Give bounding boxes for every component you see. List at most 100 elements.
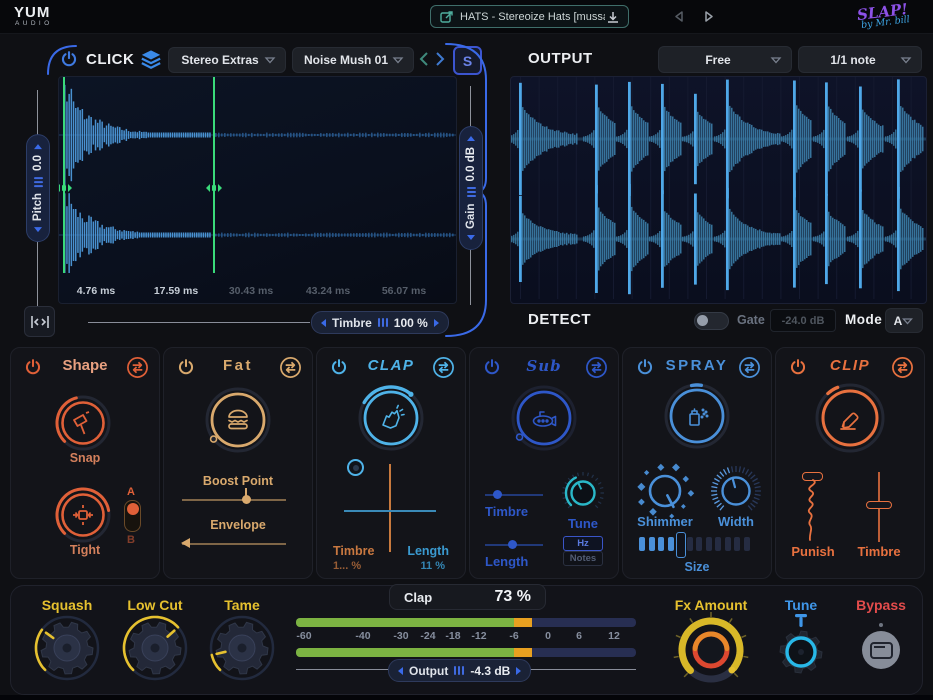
pitch-track-lower[interactable] <box>37 241 38 309</box>
gate-threshold-value: -24.0 dB <box>782 315 825 327</box>
sub-knob[interactable] <box>504 378 584 458</box>
bypass-button[interactable] <box>862 631 900 669</box>
level-meter-left <box>296 618 636 627</box>
notes-button[interactable]: Notes <box>563 551 603 566</box>
ab-swap-icon[interactable] <box>126 356 149 379</box>
sync-mode-value: Free <box>705 53 730 67</box>
power-icon[interactable] <box>481 356 503 378</box>
gain-slider-pill[interactable]: Gain 0.0 dB <box>459 126 483 250</box>
end-marker-handle[interactable] <box>206 182 222 194</box>
module-clip: CLIP Punish Timbre <box>775 347 925 579</box>
lowcut-knob[interactable] <box>120 613 190 683</box>
chevron-down-icon <box>902 317 913 325</box>
meter-scale-tick: 0 <box>545 630 551 642</box>
click-waveform-display[interactable]: 4.76 ms17.59 ms30.43 ms43.24 ms56.07 ms <box>58 76 457 304</box>
clap-knob[interactable] <box>351 378 431 458</box>
hz-button[interactable]: Hz <box>563 536 603 551</box>
ab-swap-icon[interactable] <box>585 356 608 379</box>
power-icon[interactable] <box>787 356 809 378</box>
chevron-down-icon <box>392 56 404 64</box>
snap-knob[interactable] <box>53 393 113 453</box>
gate-toggle[interactable] <box>694 312 729 330</box>
click-timbre-slider[interactable]: Timbre 100 % <box>311 311 449 334</box>
master-tune-label: Tune <box>769 597 833 613</box>
output-increase-arrow[interactable] <box>516 667 521 675</box>
punish-zigzag-track[interactable] <box>802 479 824 543</box>
meter-scale-tick: -60 <box>296 630 311 642</box>
sub-length-handle[interactable] <box>508 540 517 549</box>
envelope-track[interactable] <box>182 543 286 545</box>
sample-end-marker[interactable] <box>213 77 215 273</box>
click-sample-dropdown[interactable]: Noise Mush 01 <box>292 47 414 73</box>
gate-label: Gate <box>737 313 765 327</box>
size-slider-bar <box>687 537 693 551</box>
gain-decrease-arrow[interactable] <box>467 235 475 240</box>
export-icon[interactable] <box>438 10 460 24</box>
next-preset-button[interactable] <box>702 9 716 24</box>
clip-knob[interactable] <box>808 376 892 460</box>
power-icon[interactable] <box>175 356 197 378</box>
spray-knob[interactable] <box>657 376 737 456</box>
clip-timbre-handle[interactable] <box>866 501 892 509</box>
clap-xy-pad[interactable] <box>344 464 436 552</box>
gain-increase-arrow[interactable] <box>467 136 475 141</box>
click-sample-value: Noise Mush 01 <box>304 53 388 67</box>
meter-scale: -60-40-30-24-18-12-60612 <box>296 630 636 643</box>
ab-switch[interactable] <box>124 500 141 532</box>
ab-swap-icon[interactable] <box>738 356 761 379</box>
size-step-slider[interactable] <box>623 530 771 558</box>
gain-value: 0.0 dB <box>465 147 477 182</box>
ab-swap-icon[interactable] <box>279 356 302 379</box>
tame-label: Tame <box>207 597 277 613</box>
size-slider-handle[interactable] <box>676 532 686 558</box>
pitch-slider-pill[interactable]: Pitch 0.0 <box>26 134 50 242</box>
detect-mode-dropdown[interactable]: A <box>885 308 923 333</box>
tight-knob[interactable] <box>53 485 113 545</box>
preset-name[interactable]: HATS - Stereoize Hats [mussar]* <box>460 11 605 23</box>
save-preset-icon[interactable] <box>605 10 621 24</box>
fx-amount-knob[interactable] <box>669 608 753 692</box>
envelope-handle[interactable] <box>181 538 190 548</box>
sub-timbre-handle[interactable] <box>493 490 502 499</box>
output-decrease-arrow[interactable] <box>398 667 403 675</box>
timbre-decrease-arrow[interactable] <box>321 319 326 327</box>
click-waveform <box>59 77 456 273</box>
layers-icon[interactable] <box>140 49 162 70</box>
ab-swap-icon[interactable] <box>432 356 455 379</box>
timbre-label: Timbre <box>332 316 372 330</box>
size-slider-bar <box>725 537 731 551</box>
click-power-button[interactable] <box>58 48 80 70</box>
meter-source-readout[interactable]: Clap 73 % <box>389 584 546 610</box>
note-length-dropdown[interactable]: 1/1 note <box>798 46 922 73</box>
prev-preset-button[interactable] <box>672 9 686 24</box>
tame-knob[interactable] <box>207 613 277 683</box>
fat-knob[interactable] <box>198 380 278 460</box>
click-category-dropdown[interactable]: Stereo Extras <box>168 47 286 73</box>
pitch-value: 0.0 <box>32 155 44 171</box>
waveform-scroll-line[interactable] <box>88 322 310 323</box>
master-tune-knob[interactable] <box>769 614 833 678</box>
squash-knob[interactable] <box>32 613 102 683</box>
squash-label: Squash <box>31 597 103 613</box>
zoom-range-button[interactable] <box>24 306 55 337</box>
sample-start-marker[interactable] <box>63 77 65 273</box>
gate-threshold-field[interactable]: -24.0 dB <box>770 309 836 332</box>
boost-point-handle[interactable] <box>242 495 251 504</box>
meter-scale-tick: -30 <box>393 630 408 642</box>
power-icon[interactable] <box>22 356 44 378</box>
pitch-increase-arrow[interactable] <box>34 144 42 149</box>
power-icon[interactable] <box>634 356 656 378</box>
pitch-decrease-arrow[interactable] <box>34 227 42 232</box>
boost-point-track[interactable] <box>182 499 286 501</box>
prev-sample-button[interactable] <box>418 51 430 67</box>
bypass-icon <box>870 642 893 659</box>
preset-browser[interactable]: HATS - Stereoize Hats [mussar]* <box>430 5 629 28</box>
master-output-slider[interactable]: Output -4.3 dB <box>388 659 531 682</box>
ab-swap-icon[interactable] <box>891 356 914 379</box>
power-icon[interactable] <box>328 356 350 378</box>
width-knob[interactable] <box>707 463 765 521</box>
sub-tune-knob[interactable] <box>559 469 607 517</box>
sync-mode-dropdown[interactable]: Free <box>658 46 792 73</box>
start-marker-handle[interactable] <box>58 182 72 194</box>
pitch-track-upper[interactable] <box>37 90 38 135</box>
